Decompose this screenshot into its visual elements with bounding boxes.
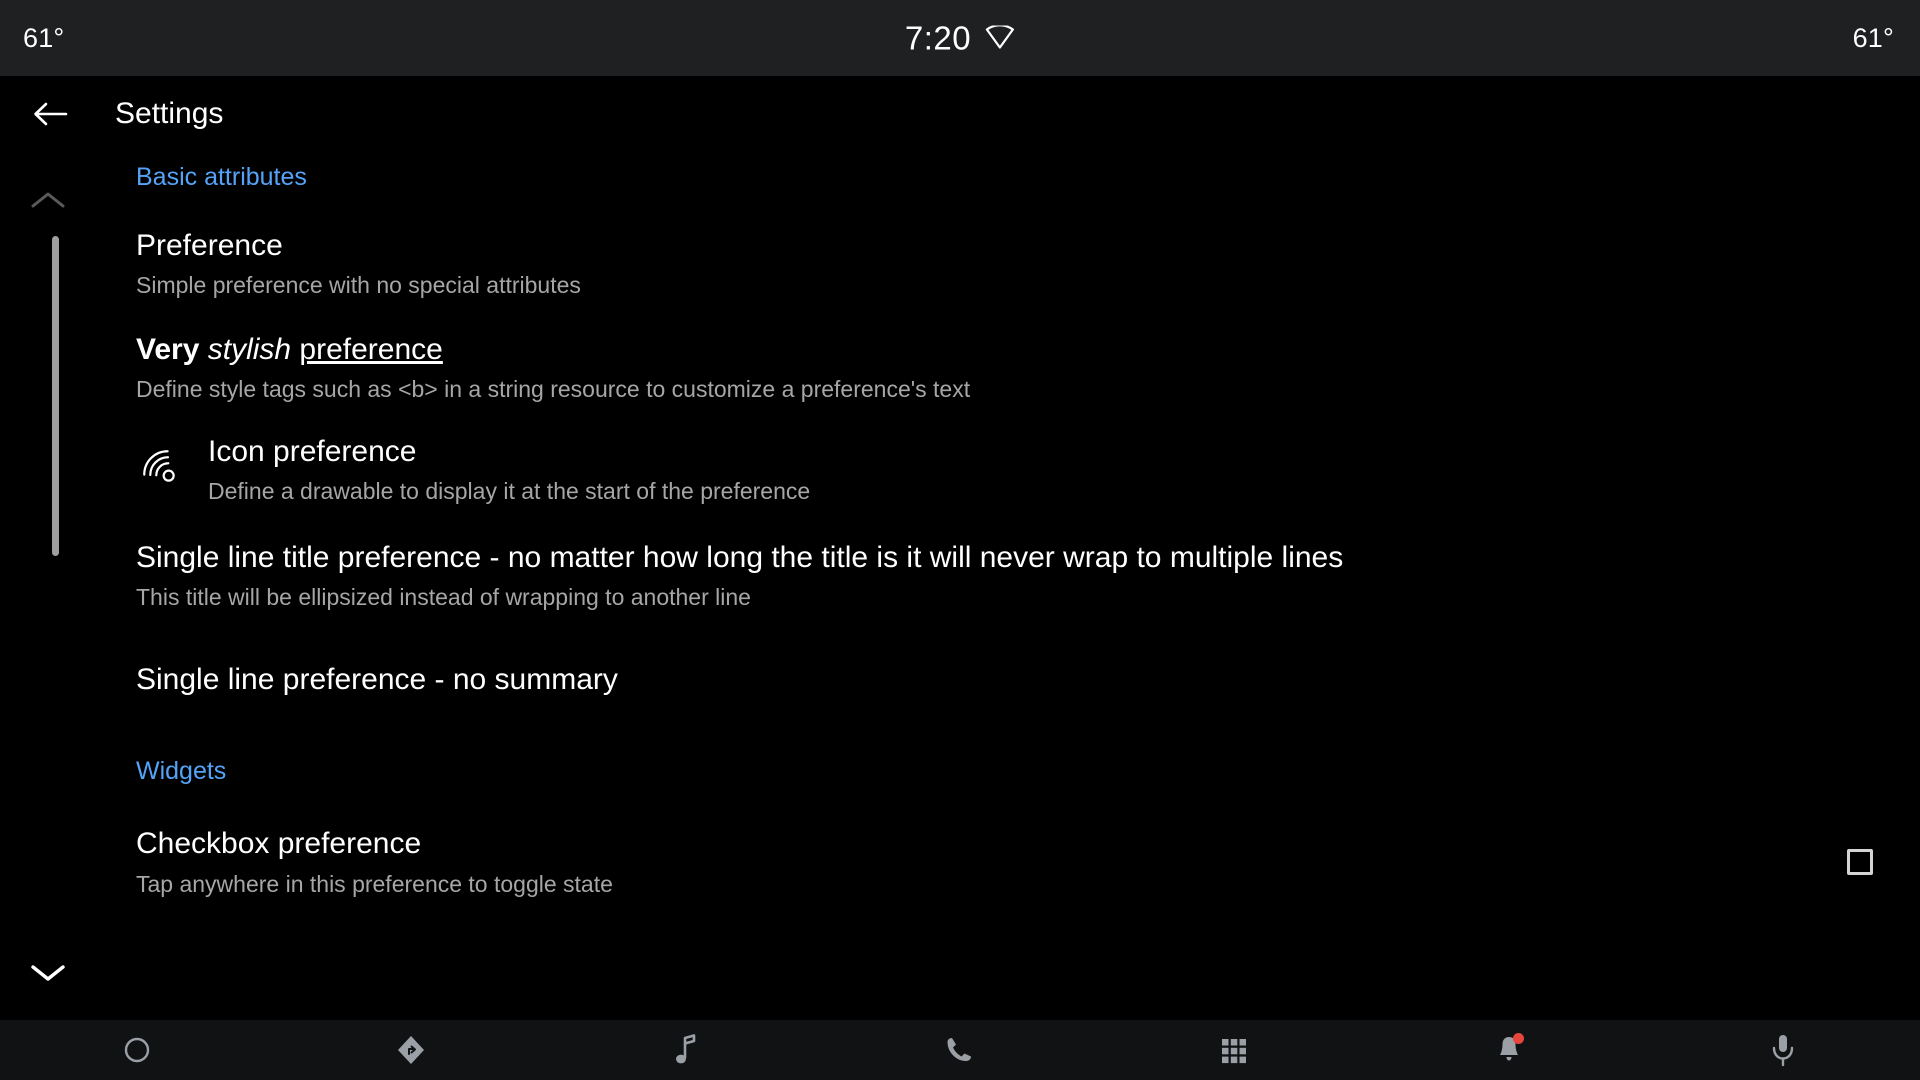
app-bar: Settings [0,76,1920,152]
navigation-icon [398,1036,425,1064]
chevron-down-icon [31,965,65,981]
microphone-icon [1772,1035,1794,1067]
back-button[interactable] [30,94,70,134]
wifi-icon [986,25,1015,49]
home-circle-icon [124,1037,150,1063]
preference-text: Very stylish preference Define style tag… [136,332,1920,404]
preference-summary: This title will be ellipsized instead of… [136,584,751,611]
nav-item-apps[interactable] [1097,1020,1371,1080]
preference-summary: Define a drawable to display it at the s… [208,478,811,505]
nav-item-media[interactable] [549,1020,823,1080]
preference-text: Preference Simple preference with no spe… [136,228,1920,300]
clock: 7:20 [904,19,972,57]
preference-item-no-summary[interactable]: Single line preference - no summary [96,662,1920,697]
section-header-basic-attributes: Basic attributes [136,163,307,191]
temperature-left: 61° [23,22,65,53]
wifi-tethering-icon [143,450,175,482]
phone-icon [947,1038,971,1061]
nav-item-assistant[interactable] [1646,1020,1920,1080]
preference-text: Single line preference - no summary [136,662,1920,697]
preference-summary: Simple preference with no special attrib… [136,272,581,299]
settings-screen: 61° 7:20 61° Settings Basic attributes P… [0,0,1920,1080]
preference-summary: Define style tags such as <b> in a strin… [136,376,971,403]
preference-title: Very stylish preference [136,332,1920,367]
preference-item-stylish[interactable]: Very stylish preference Define style tag… [96,332,1920,404]
preference-title-bold-part: Very [136,332,208,366]
checkbox-preference-toggle[interactable] [1847,849,1873,876]
section-header-widgets: Widgets [136,757,227,786]
nav-item-phone[interactable] [823,1020,1097,1080]
preference-text: Single line title preference - no matter… [136,540,1920,612]
scroll-up-button[interactable] [31,190,65,215]
preference-title: Single line title preference - no matter… [136,540,1344,574]
scrollbar-thumb[interactable] [52,236,59,556]
status-bar: 61° 7:20 61° [0,0,1920,76]
preference-summary: Tap anywhere in this preference to toggl… [136,870,613,897]
preference-title-italic-part: stylish [207,332,300,366]
preference-text: Checkbox preference Tap anywhere in this… [136,826,1800,898]
preference-item-preference[interactable]: Preference Simple preference with no spe… [96,228,1920,300]
preference-title: Icon preference [208,434,417,468]
nav-item-home[interactable] [0,1020,274,1080]
nav-item-navigation[interactable] [274,1020,548,1080]
nav-item-notifications[interactable] [1371,1020,1645,1080]
preference-title: Checkbox preference [136,827,422,861]
preference-title: Single line preference - no summary [136,662,618,696]
preference-item-single-line-title[interactable]: Single line title preference - no matter… [96,540,1920,612]
chevron-up-icon [31,192,65,208]
preference-list[interactable]: Basic attributes Preference Simple prefe… [96,152,1920,1020]
back-arrow-icon [34,102,68,126]
preference-text: Icon preference Define a drawable to dis… [208,434,1920,506]
preference-item-icon[interactable]: Icon preference Define a drawable to dis… [96,434,1920,506]
scroll-rail [0,152,96,1020]
scroll-down-button[interactable] [31,963,65,988]
preference-widget [1800,849,1920,876]
temperature-right: 61° [1852,22,1894,53]
bottom-navigation-bar [0,1020,1920,1080]
preference-title-underline-part: preference [299,332,443,366]
preference-title: Preference [136,229,283,262]
page-title: Settings [115,97,224,130]
preference-item-checkbox[interactable]: Checkbox preference Tap anywhere in this… [96,826,1920,898]
apps-grid-icon [1222,1039,1247,1064]
notification-badge-dot [1513,1033,1525,1044]
status-center-cluster: 7:20 [905,22,1015,55]
music-note-icon [675,1034,696,1064]
preference-leading-icon [136,443,190,497]
